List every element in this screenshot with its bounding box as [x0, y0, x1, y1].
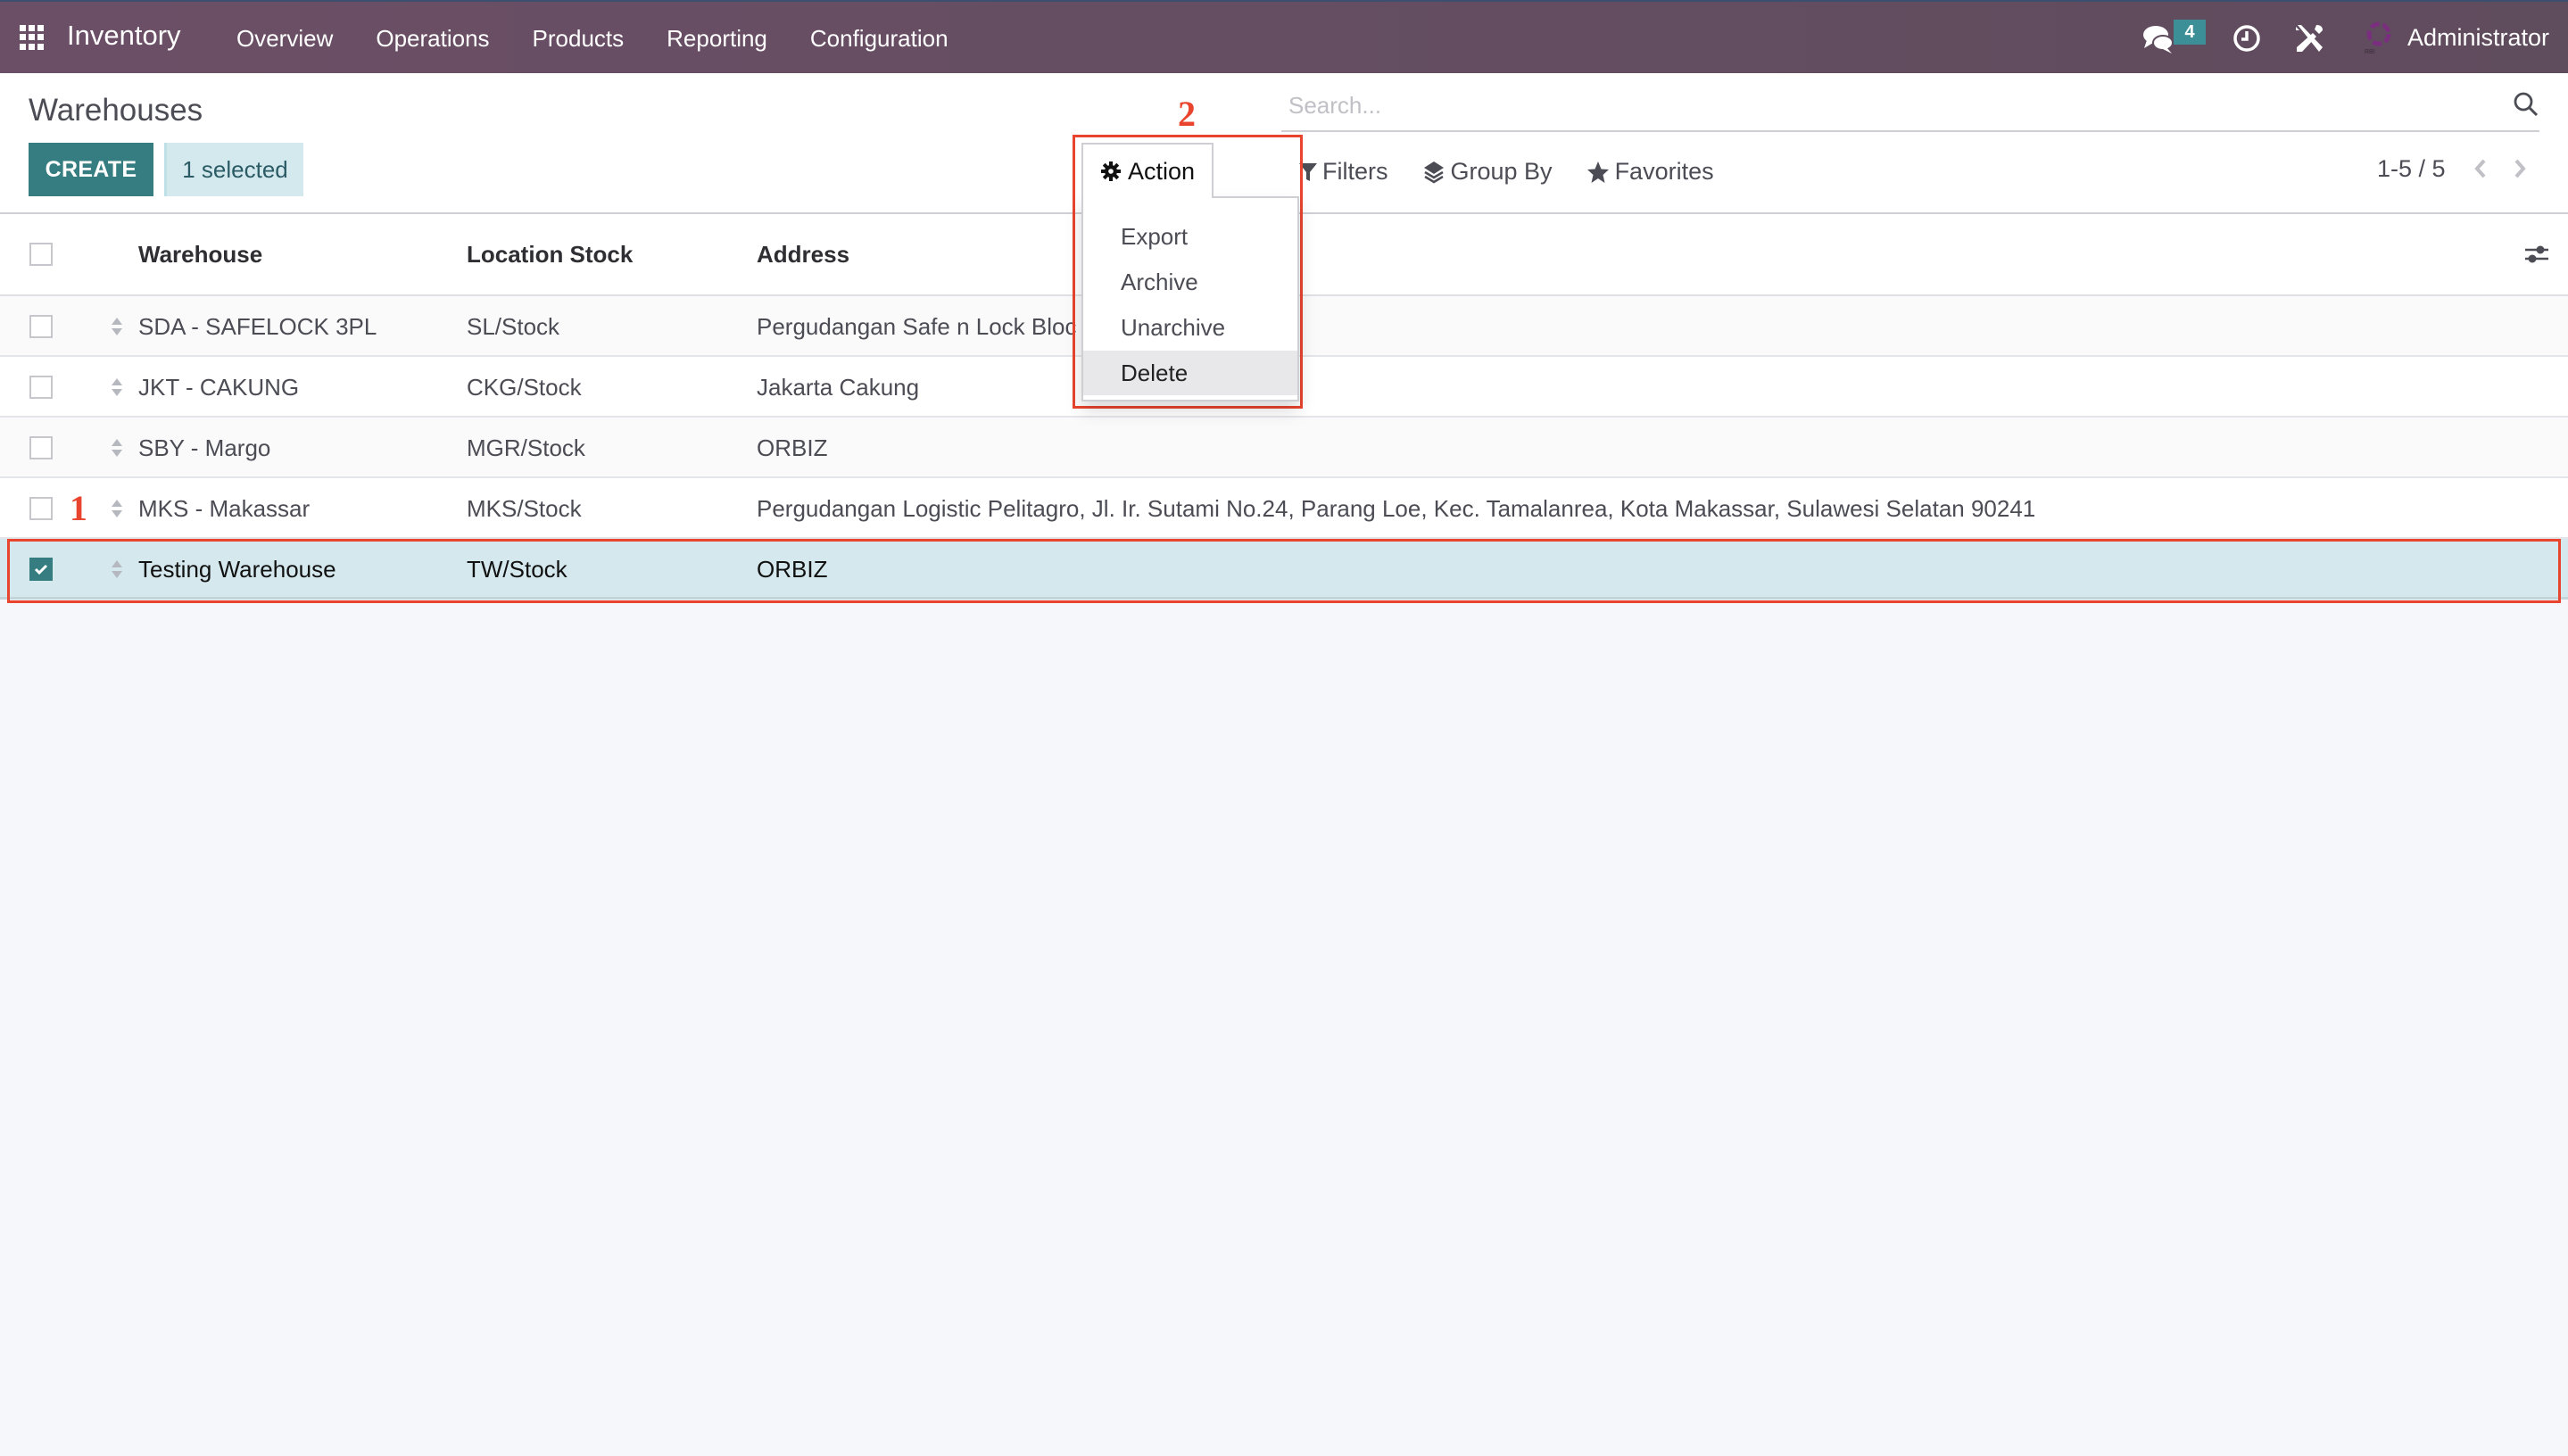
menu-item-unarchive[interactable]: Unarchive	[1083, 305, 1297, 350]
action-dropdown-menu: Export Archive Unarchive Delete	[1081, 196, 1299, 401]
cell-warehouse: MKS - Makassar	[138, 495, 311, 522]
column-header-warehouse[interactable]: Warehouse	[138, 241, 262, 269]
cell-location-stock: CKG/Stock	[467, 374, 582, 401]
cell-address: ORBIZ	[757, 434, 828, 461]
menu-reporting[interactable]: Reporting	[667, 25, 767, 53]
cell-address: ORBIZ	[757, 556, 828, 583]
select-all-checkbox[interactable]	[29, 243, 53, 266]
cell-location-stock: SL/Stock	[467, 313, 560, 340]
action-label: Action	[1128, 157, 1196, 185]
clock-icon[interactable]	[2233, 24, 2261, 53]
control-panel: Warehouses CREATE 1 selected Filters Gro…	[0, 73, 2568, 214]
search-icon[interactable]	[2513, 91, 2539, 118]
filter-icon	[1299, 162, 1317, 181]
tools-icon[interactable]	[2293, 22, 2325, 54]
table-row[interactable]: SBY - Margo MGR/Stock ORBIZ	[0, 418, 2568, 478]
apps-grid-icon[interactable]	[20, 25, 45, 50]
optional-columns-icon[interactable]	[2523, 241, 2550, 268]
menu-item-delete[interactable]: Delete	[1083, 351, 1297, 395]
menu-overview[interactable]: Overview	[236, 25, 333, 53]
chat-icon[interactable]	[2141, 23, 2175, 55]
chevron-right-icon[interactable]	[2509, 155, 2531, 182]
drag-handle-icon[interactable]	[111, 497, 123, 520]
action-dropdown-toggle[interactable]: Action	[1081, 143, 1214, 198]
drag-handle-icon[interactable]	[111, 558, 123, 581]
groupby-button[interactable]: Group By	[1422, 158, 1553, 186]
row-checkbox[interactable]	[29, 497, 53, 520]
menu-operations[interactable]: Operations	[376, 25, 489, 53]
menu-configuration[interactable]: Configuration	[810, 25, 949, 53]
star-icon	[1586, 161, 1609, 183]
page-title: Warehouses	[29, 93, 203, 128]
top-navbar: Inventory Overview Operations Products R…	[0, 0, 2568, 73]
row-checkbox[interactable]	[29, 315, 53, 338]
column-header-location-stock[interactable]: Location Stock	[467, 241, 633, 269]
svg-text:RBI: RBI	[2365, 49, 2375, 55]
cell-warehouse: JKT - CAKUNG	[138, 374, 300, 401]
cell-address: Pergudangan Safe n Lock Bloc	[757, 313, 1077, 340]
drag-handle-icon[interactable]	[111, 376, 123, 399]
messages-count-badge: 4	[2174, 20, 2206, 45]
table-row-selected[interactable]: Testing Warehouse TW/Stock ORBIZ	[0, 539, 2568, 600]
pager-value[interactable]: 1-5 / 5	[2377, 155, 2446, 183]
selected-count: 1 selected	[164, 143, 303, 196]
favorites-label: Favorites	[1614, 158, 1714, 185]
cell-location-stock: TW/Stock	[467, 556, 567, 583]
menu-item-archive[interactable]: Archive	[1083, 260, 1297, 304]
menu-item-export[interactable]: Export	[1083, 214, 1297, 259]
row-checkbox[interactable]	[29, 376, 53, 399]
drag-handle-icon[interactable]	[111, 436, 123, 459]
search-bar	[1281, 86, 2539, 132]
chevron-left-icon[interactable]	[2470, 155, 2491, 182]
cell-address: Jakarta Cakung	[757, 374, 920, 401]
search-options: Filters Group By Favorites	[1299, 158, 1748, 186]
user-menu[interactable]: Administrator	[2407, 24, 2549, 52]
column-header-address[interactable]: Address	[757, 241, 849, 269]
cell-address: Pergudangan Logistic Pelitagro, Jl. Ir. …	[757, 495, 2036, 522]
annotation-number-step-2: 2	[1178, 94, 1196, 134]
cell-location-stock: MGR/Stock	[467, 434, 585, 461]
create-button[interactable]: CREATE	[29, 143, 153, 196]
row-checkbox-checked[interactable]	[29, 558, 53, 581]
filters-button[interactable]: Filters	[1299, 158, 1388, 186]
cell-warehouse: SBY - Margo	[138, 434, 271, 461]
search-input[interactable]	[1281, 86, 2477, 125]
menu-products[interactable]: Products	[533, 25, 625, 53]
drag-handle-icon[interactable]	[111, 315, 123, 338]
main-menu: Overview Operations Products Reporting C…	[236, 25, 991, 53]
cell-warehouse: SDA - SAFELOCK 3PL	[138, 313, 377, 340]
checkmark-icon	[34, 564, 48, 575]
cell-location-stock: MKS/Stock	[467, 495, 582, 522]
filters-label: Filters	[1322, 158, 1388, 185]
app-name[interactable]: Inventory	[67, 20, 181, 52]
company-logo[interactable]: RBI	[2363, 20, 2395, 55]
gear-icon	[1101, 161, 1121, 181]
groupby-label: Group By	[1450, 158, 1553, 185]
table-row[interactable]: MKS - Makassar MKS/Stock Pergudangan Log…	[0, 478, 2568, 539]
layers-icon	[1423, 161, 1444, 183]
cell-warehouse: Testing Warehouse	[138, 556, 336, 583]
favorites-button[interactable]: Favorites	[1586, 158, 1714, 186]
annotation-number-step-1: 1	[70, 488, 87, 528]
row-checkbox[interactable]	[29, 436, 53, 459]
